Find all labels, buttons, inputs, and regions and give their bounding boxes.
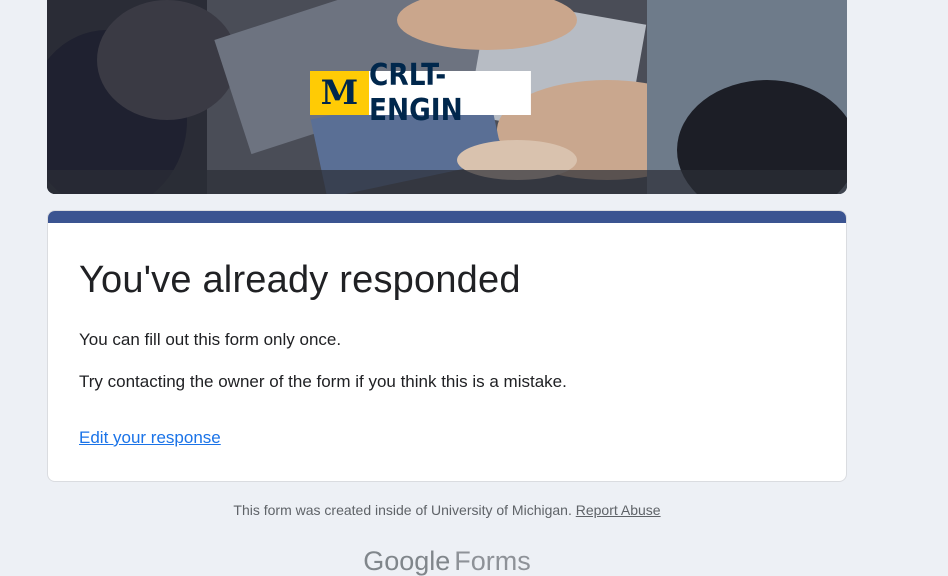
page: M CRLT-ENGIN You've already responded Yo… xyxy=(0,0,948,576)
forms-wordmark: Forms xyxy=(454,546,531,576)
footer-notice: This form was created inside of Universi… xyxy=(47,502,847,518)
google-forms-logo[interactable]: Google Forms xyxy=(47,546,847,576)
edit-response-link[interactable]: Edit your response xyxy=(79,428,221,448)
header-banner-image: M CRLT-ENGIN xyxy=(47,0,847,194)
logo-mark: M xyxy=(320,73,359,113)
google-wordmark: Google xyxy=(363,546,451,576)
message-line-2: Try contacting the owner of the form if … xyxy=(79,372,567,391)
message-line-1: You can fill out this form only once. xyxy=(79,330,342,349)
footer-text: This form was created inside of Universi… xyxy=(233,502,572,518)
page-title: You've already responded xyxy=(79,259,521,301)
report-abuse-link[interactable]: Report Abuse xyxy=(576,502,661,518)
michigan-m-logo-icon: M xyxy=(310,71,369,115)
crlt-engin-logo: M CRLT-ENGIN xyxy=(310,58,553,128)
response-card: You've already responded You can fill ou… xyxy=(47,210,847,482)
card-accent-bar xyxy=(48,211,846,223)
logo-text: CRLT-ENGIN xyxy=(369,58,531,128)
